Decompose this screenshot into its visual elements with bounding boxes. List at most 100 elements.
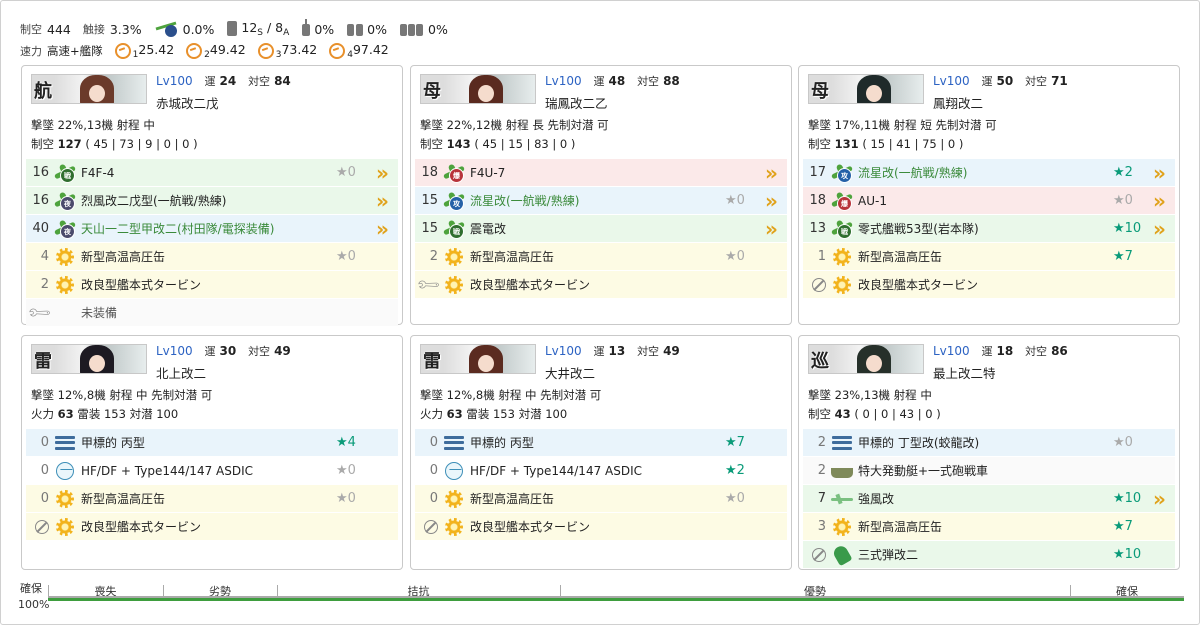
slot-count: 2 — [817, 463, 826, 478]
speed-label: 速力 — [20, 45, 42, 58]
equipment-slot[interactable]: 3 新型高温高圧缶 ★7 — [803, 513, 1175, 541]
ship-banner: 母 — [420, 74, 536, 104]
equipment-slot[interactable]: 7 強風改 ★10 » — [803, 485, 1175, 513]
equipment-slot[interactable]: 改良型艦本式タービン — [803, 271, 1175, 299]
tp-s-value: 12 — [241, 20, 258, 35]
equipment-slot[interactable]: 0 新型高温高圧缶 ★0 — [415, 485, 787, 513]
equipment-name: HF/DF + Type144/147 ASDIC — [470, 463, 643, 478]
equip-icon-wrap: 爆 — [830, 190, 854, 212]
ship-header: 母 Lv100 運 48 対空 88 瑞鳳改二乙 — [411, 66, 791, 116]
ship-card[interactable]: 雷 Lv100 運 30 対空 49 北上改二 撃墜 12%,8機 射程 中 先制対… — [21, 335, 403, 570]
stat-value: 63 — [57, 407, 74, 421]
proficiency-chevron-icon: » — [765, 216, 778, 241]
equipment-slot[interactable]: 改良型艦本式タービン — [26, 513, 398, 541]
ship-card[interactable]: 雷 Lv100 運 13 対空 49 大井改二 撃墜 12%,8機 射程 中 先制対… — [410, 335, 792, 570]
ship-card[interactable]: 巡 Lv100 運 18 対空 86 最上改二特 撃墜 23%,13機 射程 中 制… — [798, 335, 1180, 570]
proficiency-chevron-icon: » — [765, 188, 778, 213]
luck-label: 運 — [593, 75, 605, 88]
drum-triple-icon — [399, 19, 425, 40]
aa-cutin-icon — [154, 19, 180, 40]
equip-icon-wrap — [53, 460, 77, 482]
ship-header: 雷 Lv100 運 30 対空 49 北上改二 — [22, 336, 402, 386]
equipment-slot[interactable]: 18 爆 F4U-7 » — [415, 159, 787, 187]
equipment-name: 零式艦戦53型(岩本隊) — [858, 222, 979, 236]
slot-count — [415, 519, 438, 534]
ship-level: Lv100 — [156, 344, 193, 358]
equipment-slot[interactable]: 1 新型高温高圧缶 ★7 — [803, 243, 1175, 271]
equipment-slot[interactable]: 2 特大発動艇+一式砲戦車 — [803, 457, 1175, 485]
ship-level-line: Lv100 運 30 対空 49 — [156, 343, 299, 359]
ship-level-line: Lv100 運 13 対空 49 — [545, 343, 688, 359]
equipment-name: 新型高温高圧缶 — [858, 250, 943, 264]
equipment-slot[interactable]: 2 甲標的 丁型改(蛟龍改) ★0 — [803, 429, 1175, 457]
equip-icon-wrap — [442, 460, 466, 482]
slot-count: 0 — [40, 463, 49, 478]
improvement-level: ★0 — [336, 491, 356, 506]
ship-name[interactable]: 最上改二特 — [933, 363, 996, 382]
aircraft-type-badge: 爆 — [837, 195, 852, 211]
slot-count: 🔧︎ — [25, 299, 53, 327]
improvement-level: ★2 — [1113, 165, 1133, 180]
aircraft-type-badge: 攻 — [449, 195, 464, 211]
equip-icon-wrap: 夜攻 — [53, 218, 77, 251]
equipment-slots: 0 甲標的 丙型 ★4 0 HF/DF + Type144/147 ASDIC … — [22, 429, 402, 541]
ship-header: 航 Lv100 運 24 対空 84 赤城改二戊 — [22, 66, 402, 116]
ship-stat-line-1: 撃墜 17%,11機 射程 短 先制対潜 可 — [808, 118, 997, 132]
equipment-slot[interactable]: 16 戦 F4F-4 ★0 » — [26, 159, 398, 187]
ship-name[interactable]: 北上改二 — [156, 363, 206, 382]
stat-rest: ( 15 | 41 | 75 | 0 ) — [862, 137, 964, 151]
luck-label: 運 — [981, 75, 993, 88]
ship-card[interactable]: 母 Lv100 運 48 対空 88 瑞鳳改二乙 撃墜 22%,12機 射程 長 先… — [410, 65, 792, 325]
summary-row-2: 速力 高速+艦隊 125.42 249.42 373.42 497.42 — [20, 40, 660, 62]
equipment-slot[interactable]: 三式弾改二 ★10 — [803, 541, 1175, 569]
ship-type-glyph: 雷 — [34, 351, 52, 372]
equipment-slot[interactable]: 0 甲標的 丙型 ★7 — [415, 429, 787, 457]
equipment-name: 流星改(一航戦/熟練) — [470, 194, 580, 208]
equipment-slot[interactable]: 🔧︎ 未装備 — [25, 299, 398, 327]
equipment-slot[interactable]: 0 甲標的 丙型 ★4 — [26, 429, 398, 457]
stat-rest: ( 0 | 0 | 43 | 0 ) — [854, 407, 941, 421]
slot-count: 16 — [32, 165, 49, 180]
ship-type-glyph: 母 — [811, 81, 829, 102]
equip-icon-wrap: 夜戦 — [53, 190, 77, 223]
ship-card[interactable]: 航 Lv100 運 24 対空 84 赤城改二戊 撃墜 22%,13機 射程 中 制… — [21, 65, 403, 327]
equipment-slot[interactable]: 40 夜攻 天山一二型甲改二(村田隊/電探装備) » — [26, 215, 398, 251]
equipment-slot[interactable]: 0 HF/DF + Type144/147 ASDIC ★2 — [415, 457, 787, 485]
equipment-slot[interactable]: 🔧︎ 改良型艦本式タービン — [414, 271, 787, 299]
equipment-slot[interactable]: 4 新型高温高圧缶 ★0 — [26, 243, 398, 271]
stat-value: 127 — [57, 137, 82, 151]
ae-1: 125.42 — [114, 42, 174, 60]
aa-label: 対空 — [1025, 75, 1048, 88]
equipment-slot[interactable]: 17 攻 流星改(一航戦/熟練) ★2 » — [803, 159, 1175, 187]
ae-4-value: 97.42 — [352, 42, 389, 57]
ship-name[interactable]: 赤城改二戊 — [156, 93, 219, 112]
ship-name[interactable]: 鳳翔改二 — [933, 93, 983, 112]
stat-value: 43 — [834, 407, 851, 421]
improvement-level: ★0 — [1113, 193, 1133, 208]
equipment-slot[interactable]: 改良型艦本式タービン — [415, 513, 787, 541]
ship-portrait — [469, 75, 503, 103]
equipment-name: 改良型艦本式タービン — [81, 520, 202, 534]
equip-icon-wrap — [53, 488, 77, 510]
equipment-name: 改良型艦本式タービン — [470, 520, 591, 534]
equipment-slot[interactable]: 0 HF/DF + Type144/147 ASDIC ★0 — [26, 457, 398, 485]
equipment-slot[interactable]: 13 戦 零式艦戦53型(岩本隊) ★10 » — [803, 215, 1175, 243]
equipment-slot[interactable]: 2 改良型艦本式タービン — [26, 271, 398, 299]
equipment-slot[interactable]: 15 戦 震電改 » — [415, 215, 787, 243]
aa-value: 84 — [274, 74, 291, 88]
ship-name[interactable]: 瑞鳳改二乙 — [545, 93, 608, 112]
ship-level: Lv100 — [156, 74, 193, 88]
equip-icon-wrap — [830, 246, 854, 268]
ship-name[interactable]: 大井改二 — [545, 363, 595, 382]
equipment-slot[interactable]: 2 新型高温高圧缶 ★0 — [415, 243, 787, 271]
ship-card[interactable]: 母 Lv100 運 50 対空 71 鳳翔改二 撃墜 17%,11機 射程 短 先制… — [798, 65, 1180, 325]
equipment-slot[interactable]: 16 夜戦 烈風改二戊型(一航戦/熟練) » — [26, 187, 398, 223]
equip-icon-wrap — [830, 516, 854, 538]
slot-count: 0 — [429, 463, 438, 478]
stat-rest: 雷装 153 対潜 100 — [466, 407, 568, 421]
equipment-slot[interactable]: 0 新型高温高圧缶 ★0 — [26, 485, 398, 513]
air-value: 444 — [47, 21, 71, 37]
slot-count — [803, 277, 826, 292]
equipment-slot[interactable]: 15 攻 流星改(一航戦/熟練) ★0 » — [415, 187, 787, 215]
equipment-slot[interactable]: 18 爆 AU-1 ★0 » — [803, 187, 1175, 215]
